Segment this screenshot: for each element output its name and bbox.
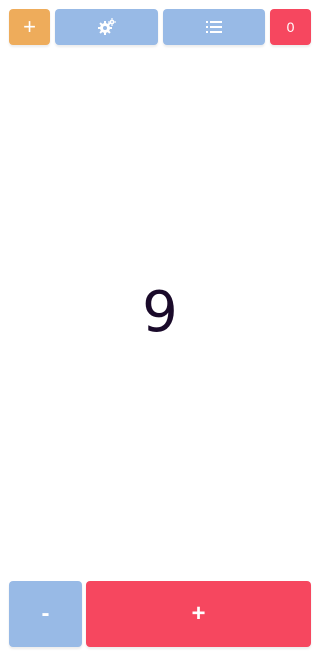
add-counter-button[interactable]: +	[9, 9, 50, 45]
reset-count-badge[interactable]: 0	[270, 9, 311, 45]
list-button[interactable]	[163, 9, 265, 45]
counter-value: 9	[142, 279, 178, 345]
counter-app: + 0 9 - +	[0, 0, 320, 656]
settings-gears-icon	[97, 18, 117, 36]
increment-button[interactable]: +	[86, 581, 311, 647]
list-icon	[206, 20, 222, 34]
decrement-button[interactable]: -	[9, 581, 82, 647]
settings-button[interactable]	[55, 9, 158, 45]
